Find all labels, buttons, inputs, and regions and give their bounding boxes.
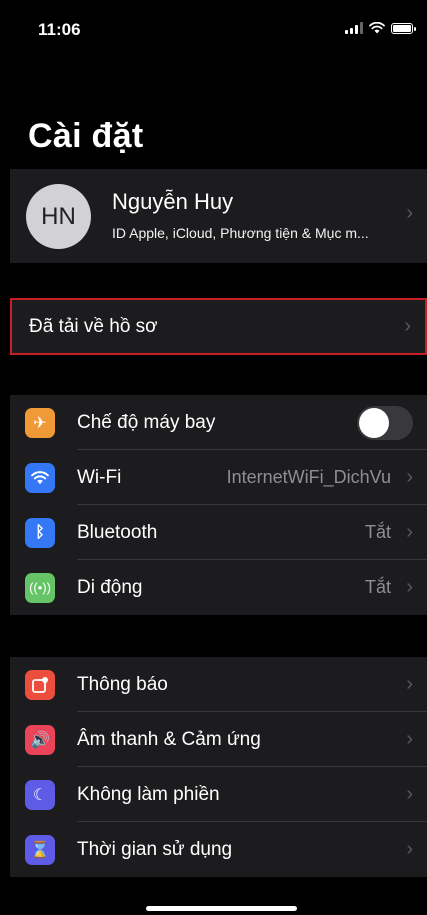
- battery-icon: [391, 22, 416, 34]
- bluetooth-row[interactable]: ᛒ Bluetooth Tắt ›: [10, 505, 427, 560]
- airplane-mode-row: ✈ Chế độ máy bay: [10, 395, 427, 450]
- chevron-right-icon: ›: [406, 673, 413, 695]
- chevron-right-icon: ›: [406, 783, 413, 805]
- status-time: 11:06: [38, 20, 81, 39]
- notifications-group: Thông báo › 🔊 Âm thanh & Cảm ứng › ☾ Khô…: [10, 657, 427, 877]
- sound-icon: 🔊: [25, 724, 55, 755]
- cellular-label: Di động: [77, 576, 143, 598]
- chevron-right-icon: ›: [406, 838, 413, 860]
- airplane-icon: ✈: [25, 407, 55, 438]
- profile-name: Nguyễn Huy: [112, 189, 234, 214]
- chevron-right-icon: ›: [406, 576, 413, 598]
- chevron-right-icon: ›: [404, 315, 411, 337]
- connectivity-group: ✈ Chế độ máy bay Wi-Fi InternetWiFi_Dich…: [10, 395, 427, 615]
- chevron-right-icon: ›: [406, 466, 413, 488]
- do-not-disturb-label: Không làm phiền: [77, 783, 220, 805]
- moon-icon: ☾: [25, 779, 55, 810]
- wifi-status-icon: [369, 22, 385, 34]
- sound-row[interactable]: 🔊 Âm thanh & Cảm ứng ›: [10, 712, 427, 767]
- notifications-row[interactable]: Thông báo ›: [10, 657, 427, 712]
- home-indicator[interactable]: [146, 906, 297, 911]
- wifi-value: InternetWiFi_DichVu: [226, 467, 391, 487]
- page-title: Cài đặt: [28, 117, 144, 155]
- cellular-row[interactable]: ((•)) Di động Tắt ›: [10, 560, 427, 615]
- cellular-icon: ((•)): [25, 572, 55, 603]
- signal-icon: [345, 22, 363, 34]
- bluetooth-value: Tắt: [364, 522, 391, 542]
- wifi-icon: [25, 462, 55, 493]
- screen-time-row[interactable]: ⌛ Thời gian sử dụng ›: [10, 822, 427, 877]
- profile-subtitle: ID Apple, iCloud, Phương tiện & Mục m...: [112, 225, 369, 241]
- sound-label: Âm thanh & Cảm ứng: [77, 728, 261, 750]
- screen-time-label: Thời gian sử dụng: [77, 838, 233, 860]
- notifications-label: Thông báo: [77, 673, 168, 695]
- downloaded-profile-label: Đã tải về hồ sơ: [29, 315, 158, 337]
- airplane-mode-toggle[interactable]: [357, 405, 413, 440]
- bluetooth-icon: ᛒ: [25, 517, 55, 548]
- bluetooth-label: Bluetooth: [77, 521, 158, 543]
- status-icons: [345, 22, 416, 34]
- airplane-mode-label: Chế độ máy bay: [77, 411, 216, 433]
- downloaded-profile-row[interactable]: Đã tải về hồ sơ ›: [10, 298, 427, 355]
- cellular-value: Tắt: [364, 577, 391, 597]
- status-bar: 11:06: [0, 0, 427, 60]
- chevron-right-icon: ›: [406, 521, 413, 543]
- hourglass-icon: ⌛: [25, 834, 55, 865]
- chevron-right-icon: ›: [406, 202, 413, 224]
- profile-row[interactable]: HN Nguyễn Huy ID Apple, iCloud, Phương t…: [10, 169, 427, 263]
- avatar: HN: [26, 184, 91, 249]
- wifi-label: Wi-Fi: [77, 466, 122, 488]
- do-not-disturb-row[interactable]: ☾ Không làm phiền ›: [10, 767, 427, 822]
- wifi-row[interactable]: Wi-Fi InternetWiFi_DichVu ›: [10, 450, 427, 505]
- chevron-right-icon: ›: [406, 728, 413, 750]
- notifications-icon: [25, 669, 55, 700]
